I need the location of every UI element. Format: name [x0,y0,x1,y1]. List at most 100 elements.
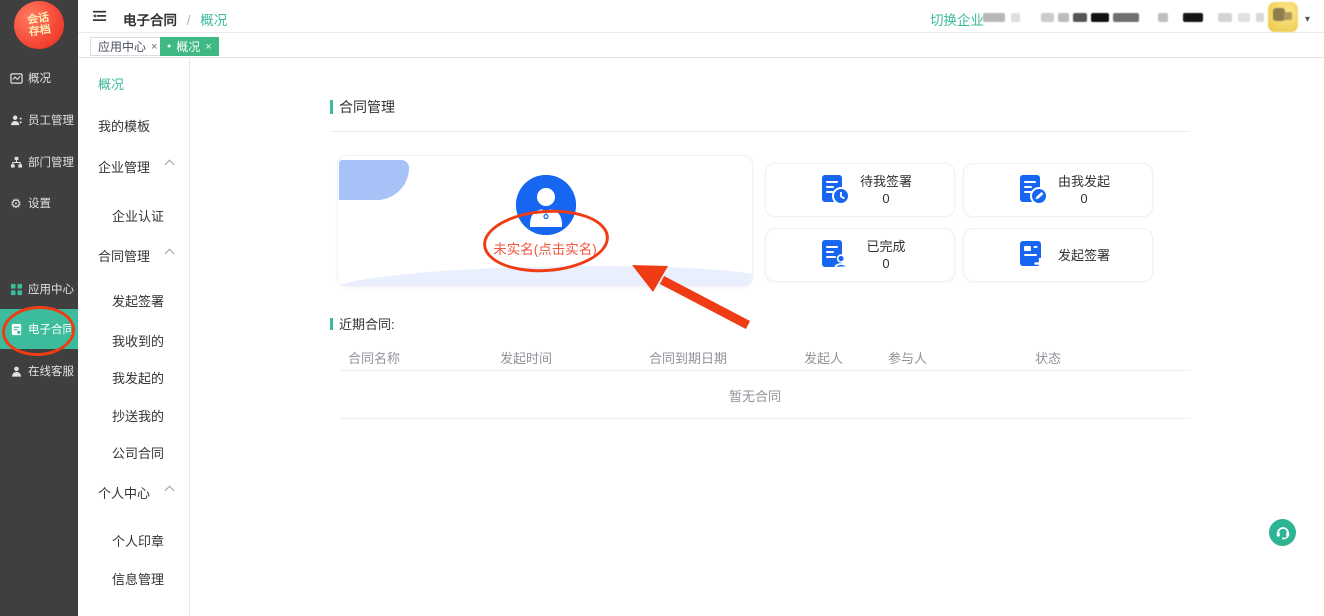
col-status: 状态 [1035,348,1061,367]
statcard-text: 发起签署 [1050,247,1118,264]
statcard-value: 0 [852,255,920,272]
sidebar-item-overview[interactable]: 概况 [0,65,78,91]
customer-service-button[interactable] [1269,519,1296,546]
breadcrumb-app: 电子合同 [123,13,177,28]
dashboard-icon [9,71,23,85]
menu-item-cc-to-me[interactable]: 抄送我的 [112,406,164,425]
section-title-text: 合同管理 [339,97,395,117]
redacted-text [1238,13,1250,22]
redacted-text [1218,13,1232,22]
sidebar-item-label: 员工管理 [28,112,74,128]
sidebar-item-departments[interactable]: 部门管理 [0,149,78,175]
statcard-text: 由我发起 0 [1050,173,1118,207]
doc-plus-icon [1014,237,1050,273]
divider [340,370,1190,371]
support-agent-icon [9,364,23,378]
chevron-up-icon[interactable] [165,249,175,259]
contract-icon [9,322,23,336]
user-profile-icon[interactable] [516,175,576,235]
sidebar-item-label: 电子合同 [28,321,74,337]
tab-overview[interactable]: ● 概况 × [160,37,219,56]
redacted-text [1073,13,1087,22]
statcard-label: 待我签署 [852,173,920,190]
menu-item-initiated-by-me[interactable]: 我发起的 [112,368,164,387]
redacted-text [1041,13,1054,22]
col-initiated-time: 发起时间 [500,348,552,367]
departments-icon [9,155,23,169]
section-accent-bar [330,318,333,330]
redacted-text [983,13,1005,22]
decorative-blob [339,160,409,200]
decorative-wave [337,266,753,287]
redacted-text [1183,13,1203,22]
statcard-awaiting-my-signature[interactable]: 待我签署 0 [765,163,955,217]
col-initiator: 发起人 [804,348,843,367]
page-tabbar: 应用中心 × ● 概况 × [78,33,1324,58]
tab-close-icon[interactable]: × [205,41,211,53]
sidebar-item-label: 应用中心 [28,281,74,297]
statcard-completed[interactable]: 已完成 0 [765,228,955,282]
redacted-text [1091,13,1109,22]
sidebar-item-online-support[interactable]: 在线客服 [0,358,78,384]
sidebar-item-label: 设置 [28,195,51,211]
menu-item-company-contracts[interactable]: 公司合同 [112,443,164,462]
statcard-label: 发起签署 [1050,247,1118,264]
statcard-start-signing[interactable]: 发起签署 [963,228,1153,282]
breadcrumb-page[interactable]: 概况 [200,13,227,28]
doc-edit-icon [1014,172,1050,208]
sidebar-item-label: 在线客服 [28,363,74,379]
realname-status-link[interactable]: 未实名(点击实名) [338,238,752,258]
statcard-label: 由我发起 [1050,173,1118,190]
main-content: 合同管理 未实名(点击实名) 待我签署 0 [191,58,1324,616]
section-accent-bar [330,100,333,114]
statcard-label: 已完成 [852,238,920,255]
menu-item-info-mgmt[interactable]: 信息管理 [112,569,164,588]
sidebar-item-employees[interactable]: 员工管理 [0,107,78,133]
sidebar-item-settings[interactable]: ⚙ 设置 [0,190,78,216]
tab-close-icon[interactable]: × [151,41,157,53]
realname-card[interactable]: 未实名(点击实名) [337,155,753,287]
sidebar-item-app-center[interactable]: 应用中心 [0,276,78,302]
switch-company-link[interactable]: 切换企业 [930,9,984,29]
sidebar-item-e-contract[interactable]: 电子合同 [0,309,78,349]
col-expiry-date: 合同到期日期 [649,348,727,367]
doc-stamp-icon [816,237,852,273]
gear-icon: ⚙ [9,196,23,210]
breadcrumb-separator: / [187,13,191,28]
breadcrumb: 电子合同 / 概况 [123,9,227,29]
collapse-sidebar-icon[interactable] [92,9,107,28]
tab-app-center[interactable]: 应用中心 × [90,37,165,56]
section-title-recent-contracts: 近期合同: [330,314,395,333]
chevron-up-icon[interactable] [165,486,175,496]
menu-item-company-mgmt[interactable]: 企业管理 [98,157,150,176]
statcard-initiated-by-me[interactable]: 由我发起 0 [963,163,1153,217]
redacted-text [1058,13,1069,22]
app-window: 会话 存档 概况 员工管理 部门管理 ⚙ 设置 [0,0,1324,616]
primary-sidebar: 会话 存档 概况 员工管理 部门管理 ⚙ 设置 [0,0,78,616]
statcard-text: 已完成 0 [852,238,920,272]
redacted-text [1158,13,1168,22]
redacted-text [1011,13,1020,22]
statcard-text: 待我签署 0 [852,173,920,207]
menu-item-initiate-sign[interactable]: 发起签署 [112,291,164,310]
headset-icon [1275,525,1291,540]
menu-item-overview[interactable]: 概况 [98,74,124,93]
tab-label: 应用中心 [98,38,146,55]
tab-label: 概况 [176,38,200,55]
menu-item-contract-mgmt[interactable]: 合同管理 [98,246,150,265]
menu-item-received[interactable]: 我收到的 [112,331,164,350]
empty-state-text: 暂无合同 [729,386,781,405]
user-avatar[interactable] [1268,2,1298,32]
chevron-up-icon[interactable] [165,160,175,170]
section-title-contract-mgmt: 合同管理 [330,97,395,117]
app-center-icon [9,282,23,296]
top-header: 电子合同 / 概况 切换企业 ▾ [78,0,1324,33]
divider [330,131,1190,132]
avatar-caret-down-icon[interactable]: ▾ [1305,14,1310,25]
menu-item-personal-center[interactable]: 个人中心 [98,483,150,502]
menu-item-company-auth[interactable]: 企业认证 [112,206,164,225]
redacted-text [1113,13,1139,22]
menu-item-personal-seal[interactable]: 个人印章 [112,531,164,550]
menu-item-my-templates[interactable]: 我的模板 [98,116,150,135]
sidebar-item-label: 概况 [28,70,51,86]
